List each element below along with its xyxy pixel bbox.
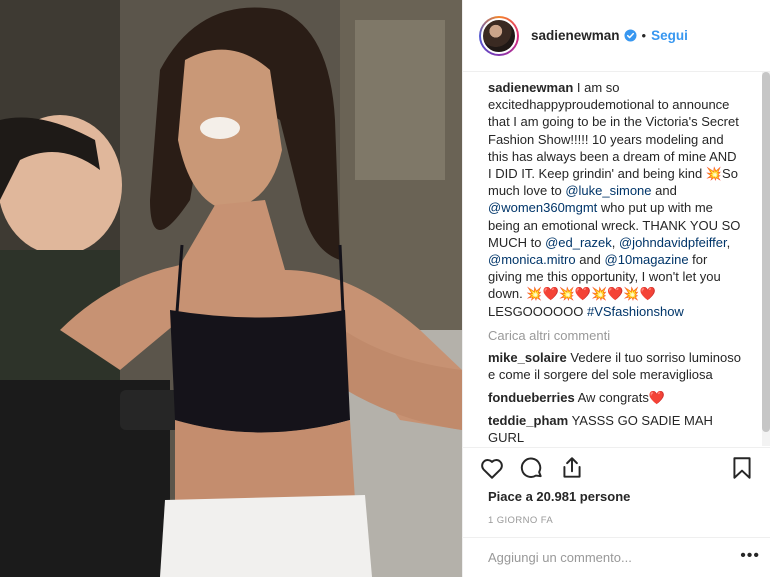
follow-button[interactable]: Segui bbox=[651, 28, 688, 43]
likes-count[interactable]: Piace a 20.981 persone bbox=[488, 489, 630, 504]
caption-text-3: and bbox=[651, 183, 677, 199]
add-comment-bar bbox=[463, 537, 770, 577]
mention-link[interactable]: @10magazine bbox=[605, 252, 689, 267]
post-timestamp: 1 GIORNO FA bbox=[488, 515, 554, 526]
comment-username[interactable]: teddie_pham bbox=[488, 413, 568, 428]
photo-illustration bbox=[0, 0, 462, 577]
post-caption: sadienewman I am so excitedhappyproudemo… bbox=[488, 79, 743, 320]
mention-link[interactable]: @ed_razek bbox=[545, 235, 612, 250]
mention-link[interactable]: @johndavidpfeiffer bbox=[619, 235, 727, 250]
post-header: sadienewman • Segui bbox=[463, 0, 770, 72]
comment-item: mike_solaire Vedere il tuo sorriso lumin… bbox=[488, 349, 743, 383]
share-icon[interactable] bbox=[559, 455, 585, 481]
avatar-image bbox=[481, 17, 517, 54]
caption-text-1: I am so excitedhappyproudemotional to an… bbox=[488, 80, 739, 182]
verified-icon bbox=[624, 29, 637, 42]
action-bar bbox=[463, 447, 770, 487]
hashtag-link[interactable]: #VSfashionshow bbox=[587, 304, 684, 319]
heart-icon[interactable] bbox=[479, 455, 505, 481]
comment-item: teddie_pham YASSS GO SADIE MAH GURL bbox=[488, 412, 743, 445]
comment-username[interactable]: fondueberries bbox=[488, 390, 575, 405]
comments-area[interactable]: sadienewman I am so excitedhappyproudemo… bbox=[463, 79, 763, 445]
comment-icon[interactable] bbox=[519, 455, 545, 481]
comment-username[interactable]: mike_solaire bbox=[488, 350, 567, 365]
caption-username[interactable]: sadienewman bbox=[488, 80, 573, 95]
post-side-panel: sadienewman • Segui sadienewman I am so … bbox=[462, 0, 770, 577]
avatar[interactable] bbox=[479, 15, 519, 56]
caption-text-7: and bbox=[575, 252, 605, 268]
heart-emoji: ❤️ bbox=[648, 389, 666, 405]
bookmark-icon[interactable] bbox=[729, 455, 755, 481]
mention-link[interactable]: @monica.mitro bbox=[488, 252, 576, 267]
caption-text-9: LESGOOOOOO bbox=[488, 303, 587, 319]
load-more-comments[interactable]: Carica altri commenti bbox=[488, 328, 743, 343]
post-photo[interactable] bbox=[0, 0, 462, 577]
more-options-icon[interactable]: ••• bbox=[740, 547, 760, 565]
add-comment-input[interactable] bbox=[488, 550, 728, 565]
caption-text-5: , bbox=[611, 234, 619, 250]
emoji-row: 💥❤️💥❤️💥❤️💥❤️ bbox=[526, 286, 656, 302]
caption-text-6: , bbox=[726, 234, 731, 250]
comment-item: fondueberries Aw congrats❤️ bbox=[488, 389, 743, 406]
comment-text: Aw congrats bbox=[577, 389, 649, 405]
mention-link[interactable]: @women360mgmt bbox=[488, 200, 597, 215]
header-separator: • bbox=[641, 28, 647, 43]
author-username[interactable]: sadienewman bbox=[531, 28, 620, 43]
comments-scrollbar-thumb[interactable] bbox=[762, 72, 770, 432]
mention-link[interactable]: @luke_simone bbox=[565, 183, 651, 198]
emoji-collision: 💥 bbox=[705, 166, 723, 182]
instagram-post-modal: sadienewman • Segui sadienewman I am so … bbox=[0, 0, 770, 577]
